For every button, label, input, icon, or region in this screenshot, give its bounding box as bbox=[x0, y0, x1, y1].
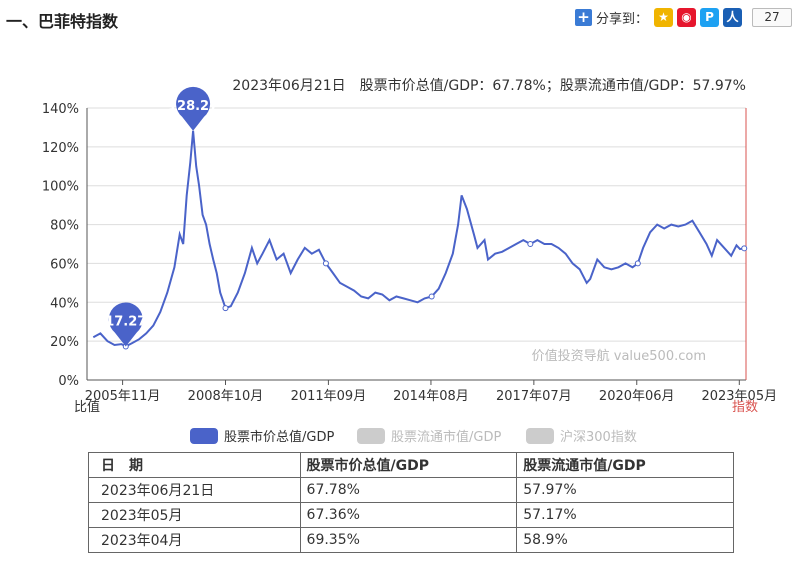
chart-grid bbox=[87, 107, 746, 381]
y-tick-label: 120% bbox=[42, 141, 79, 156]
y-tick-label: 100% bbox=[42, 180, 79, 195]
x-tick-label: 2020年06月 bbox=[599, 389, 675, 404]
table-cell-float-cap: 58.9% bbox=[516, 527, 734, 553]
table-row: 2023年04月 69.35% 58.9% bbox=[88, 527, 734, 553]
data-point bbox=[741, 245, 748, 252]
table-row: 2023年05月 67.36% 57.17% bbox=[88, 502, 734, 528]
table-header-date: 日 期 bbox=[88, 452, 301, 478]
watermark: 价值投资导航 value500.com bbox=[532, 348, 706, 364]
data-point bbox=[322, 260, 329, 267]
table-cell-market-cap: 69.35% bbox=[299, 527, 518, 553]
table-header-row: 日 期 股票市价总值/GDP 股票流通市值/GDP bbox=[88, 452, 734, 478]
table-cell-float-cap: 57.17% bbox=[516, 502, 734, 528]
data-point bbox=[222, 305, 229, 312]
y-tick-label: 40% bbox=[50, 296, 79, 311]
table-row: 2023年06月21日 67.78% 57.97% bbox=[88, 477, 734, 503]
x-axis: 2005年11月 2008年10月 2011年09月 2014年08月 2017年07月… bbox=[85, 380, 777, 404]
legend-label: 股票流通市值/GDP bbox=[391, 429, 501, 445]
value-marker-pin: 128.27 bbox=[168, 86, 218, 131]
y-axis-label: 比值 bbox=[74, 399, 100, 415]
table-cell-float-cap: 57.97% bbox=[516, 477, 734, 503]
data-point bbox=[428, 293, 435, 300]
table-cell-date: 2023年05月 bbox=[88, 502, 301, 528]
data-table: 日 期 股票市价总值/GDP 股票流通市值/GDP 2023年06月21日 67… bbox=[88, 452, 734, 553]
table-header-market-cap: 股票市价总值/GDP bbox=[299, 452, 518, 478]
marker-label: 128.27 bbox=[168, 99, 218, 114]
table-cell-market-cap: 67.78% bbox=[299, 477, 518, 503]
marker-label: 17.27 bbox=[105, 314, 146, 329]
legend-swatch bbox=[190, 428, 218, 444]
series-line-market-cap-gdp[interactable] bbox=[92, 130, 745, 348]
table-cell-date: 2023年04月 bbox=[88, 527, 301, 553]
legend-label: 沪深300指数 bbox=[560, 429, 637, 445]
table-cell-date: 2023年06月21日 bbox=[88, 477, 301, 503]
x-tick-label: 2008年10月 bbox=[188, 389, 264, 404]
y-tick-label: 80% bbox=[50, 219, 79, 234]
table-header-float-cap: 股票流通市值/GDP bbox=[516, 452, 734, 478]
legend: 股票市价总值/GDP 股票流通市值/GDP 沪深300指数 bbox=[190, 428, 637, 445]
y-tick-label: 20% bbox=[50, 335, 79, 350]
y-tick-label: 60% bbox=[50, 257, 79, 272]
table-cell-market-cap: 67.36% bbox=[299, 502, 518, 528]
series-points bbox=[122, 241, 748, 350]
legend-swatch bbox=[526, 428, 554, 444]
data-point bbox=[634, 260, 641, 267]
value-marker-pin: 17.27 bbox=[105, 302, 146, 347]
y-tick-label: 140% bbox=[42, 102, 79, 117]
y2-axis-label: 指数 bbox=[732, 400, 758, 415]
y-axis: 0% 20% 40% 60% 80% 100% 120% 140% bbox=[42, 102, 747, 389]
x-tick-label: 2011年09月 bbox=[291, 389, 367, 404]
x-tick-label: 2014年08月 bbox=[393, 389, 469, 404]
data-point bbox=[527, 241, 534, 247]
chart: 2023年06月21日 股票市价总值/GDP：67.78%；股票流通市值/GDP… bbox=[42, 77, 777, 445]
legend-swatch bbox=[357, 428, 385, 444]
x-tick-label: 2017年07月 bbox=[496, 389, 572, 404]
chart-title: 2023年06月21日 股票市价总值/GDP：67.78%；股票流通市值/GDP… bbox=[232, 77, 746, 94]
legend-label: 股票市价总值/GDP bbox=[224, 429, 334, 445]
y-tick-label: 0% bbox=[58, 374, 79, 389]
